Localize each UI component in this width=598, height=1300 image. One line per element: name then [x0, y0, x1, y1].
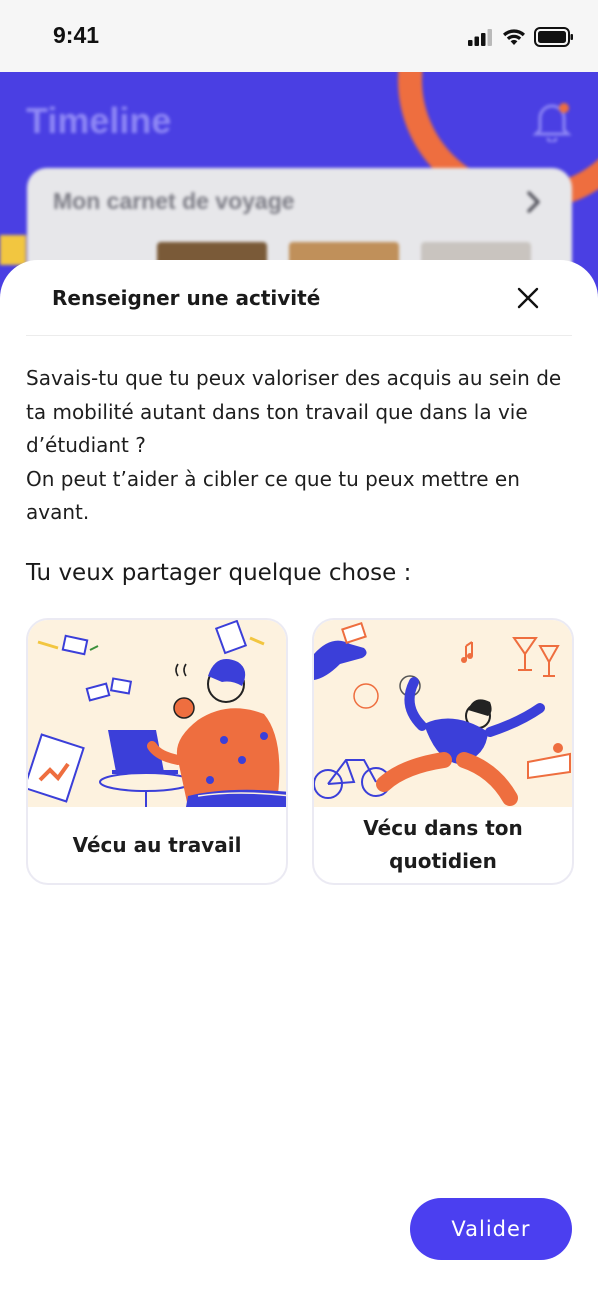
status-icons — [468, 27, 574, 51]
sheet-header: Renseigner une activité — [0, 260, 598, 336]
intro-paragraph: Savais-tu que tu peux valoriser des acqu… — [26, 366, 562, 457]
daily-life-illustration — [314, 620, 572, 807]
background-page-title: Timeline — [26, 100, 172, 141]
share-question: Tu veux partager quelque chose : — [26, 560, 412, 586]
bell-icon — [532, 100, 572, 146]
status-bar: 9:41 — [0, 0, 598, 72]
wifi-icon — [502, 28, 526, 50]
cellular-signal-icon — [468, 28, 494, 50]
option-label-daily: Vécu dans ton quotidien — [363, 816, 523, 873]
intro-paragraph: On peut t’aider à cibler ce que tu peux … — [26, 466, 520, 525]
close-icon — [517, 287, 539, 313]
activity-bottom-sheet: Renseigner une activité Savais-tu que tu… — [0, 260, 598, 1300]
work-illustration — [28, 620, 286, 807]
intro-text: Savais-tu que tu peux valoriser des acqu… — [26, 362, 578, 530]
close-button[interactable] — [506, 278, 550, 322]
sheet-title: Renseigner une activité — [52, 286, 321, 310]
status-time: 9:41 — [53, 22, 100, 48]
header-divider — [26, 335, 572, 336]
submit-button[interactable]: Valider — [410, 1198, 572, 1260]
activity-options: Vécu au travail Vécu dans ton quotidien — [26, 618, 574, 885]
option-card-daily[interactable]: Vécu dans ton quotidien — [312, 618, 574, 885]
option-label-work: Vécu au travail — [72, 832, 242, 857]
chevron-right-icon — [526, 190, 542, 218]
travel-journal-title: Mon carnet de voyage — [53, 188, 295, 214]
option-card-work[interactable]: Vécu au travail — [26, 618, 288, 885]
battery-icon — [534, 27, 574, 51]
